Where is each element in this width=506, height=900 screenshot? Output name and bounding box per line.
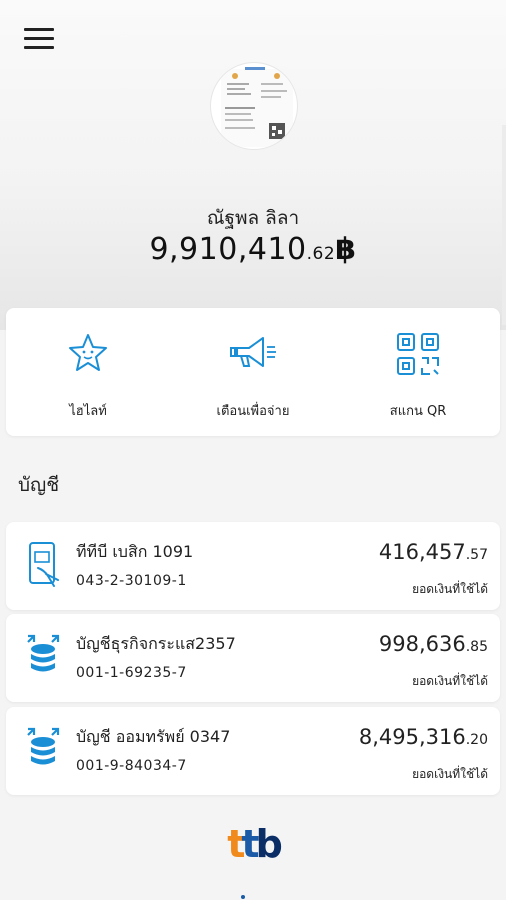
account-number: 043-2-30109-1	[76, 573, 187, 589]
quick-action-highlight[interactable]: ไฮไลท์	[6, 308, 170, 436]
user-name: ณัฐพล ลิลา	[206, 207, 300, 229]
brand-logo-text: ttb	[227, 822, 283, 866]
total-balance: 9,910,410.62฿	[0, 232, 506, 267]
account-balance-main: 416,457	[378, 540, 466, 564]
hamburger-menu-icon[interactable]	[24, 28, 54, 52]
account-balance: 8,495,316.20	[359, 725, 488, 749]
total-balance-decimal: .62	[306, 244, 336, 264]
quick-action-label: เตือนเพื่อจ่าย	[216, 404, 290, 419]
profile-document-image	[221, 67, 293, 147]
available-balance-label: ยอดเงินที่ใช้ได้	[412, 767, 488, 781]
page-indicator	[241, 895, 245, 899]
account-name: บัญชีธุรกิจกระแส2357	[76, 634, 236, 653]
quick-action-label: ไฮไลท์	[69, 404, 107, 419]
account-balance-decimal: .20	[465, 732, 488, 748]
header-area	[0, 0, 506, 330]
quick-actions-card: ไฮไลท์ เตือนเพื่อจ่าย สแกน QR	[6, 308, 500, 436]
account-card-2[interactable]: บัญชีธุรกิจกระแส2357 001-1-69235-7 998,6…	[6, 614, 500, 702]
total-balance-main: 9,910,410	[149, 232, 307, 267]
account-balance-decimal: .85	[465, 639, 488, 655]
megaphone-icon	[230, 337, 276, 367]
avatar[interactable]	[210, 62, 298, 150]
qr-code-icon	[397, 333, 439, 375]
account-number: 001-1-69235-7	[76, 665, 187, 681]
currency-symbol: ฿	[335, 232, 357, 267]
account-name: บัญชี ออมทรัพย์ 0347	[76, 727, 231, 746]
account-name: ทีทีบี เบสิก 1091	[76, 542, 194, 561]
quick-action-scan-qr[interactable]: สแกน QR	[336, 308, 500, 436]
coin-stack-icon	[27, 727, 60, 765]
account-balance-main: 998,636	[378, 632, 466, 656]
ttb-logo: ttb	[0, 822, 506, 866]
account-card-1[interactable]: ทีทีบี เบสิก 1091 043-2-30109-1 416,457.…	[6, 522, 500, 610]
account-card-3[interactable]: บัญชี ออมทรัพย์ 0347 001-9-84034-7 8,495…	[6, 707, 500, 795]
phone-card-icon	[29, 542, 59, 587]
account-number: 001-9-84034-7	[76, 758, 187, 774]
account-balance: 998,636.85	[379, 632, 488, 656]
quick-action-label: สแกน QR	[389, 404, 447, 419]
available-balance-label: ยอดเงินที่ใช้ได้	[412, 674, 488, 688]
coin-stack-icon	[27, 634, 60, 672]
account-balance-decimal: .57	[465, 547, 488, 563]
accounts-section-title: บัญชี	[18, 474, 60, 496]
available-balance-label: ยอดเงินที่ใช้ได้	[412, 582, 488, 596]
star-icon	[69, 334, 107, 371]
account-balance: 416,457.57	[379, 540, 488, 564]
quick-action-remind-pay[interactable]: เตือนเพื่อจ่าย	[171, 308, 335, 436]
account-balance-main: 8,495,316	[358, 725, 466, 749]
